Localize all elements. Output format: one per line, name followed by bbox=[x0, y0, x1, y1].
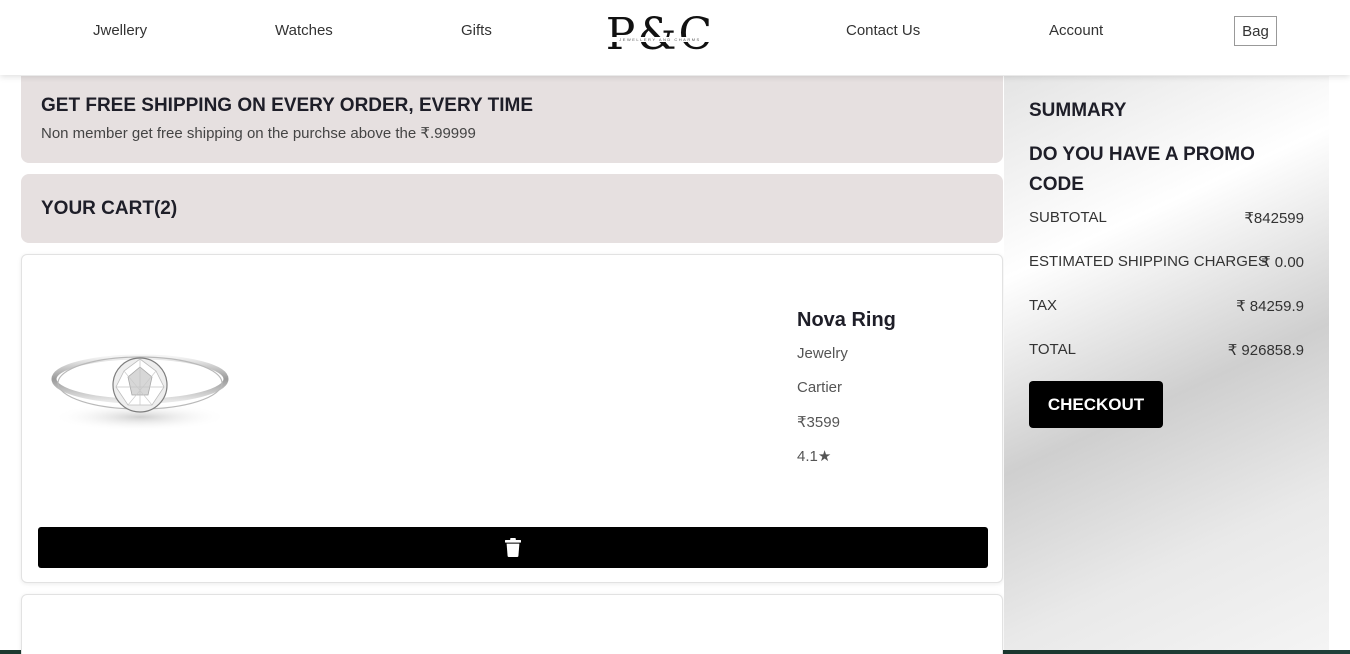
cart-item bbox=[21, 594, 1003, 654]
shipping-value: ₹ 0.00 bbox=[1261, 254, 1304, 271]
banner-title: GET FREE SHIPPING ON EVERY ORDER, EVERY … bbox=[41, 95, 533, 116]
logo-tagline: JEWELLERY AND CHARMS bbox=[608, 37, 712, 42]
total-label: TOTAL bbox=[1029, 341, 1076, 358]
nav-watches[interactable]: Watches bbox=[275, 22, 333, 39]
subtotal-value: ₹842599 bbox=[1244, 210, 1304, 227]
shipping-label: ESTIMATED SHIPPING CHARGES bbox=[1029, 253, 1268, 270]
nav-gifts[interactable]: Gifts bbox=[461, 22, 492, 39]
logo-text: P&C bbox=[605, 9, 715, 60]
tax-value: ₹ 84259.9 bbox=[1236, 298, 1304, 315]
nav-jewellery[interactable]: Jwellery bbox=[93, 22, 147, 39]
product-price: ₹3599 bbox=[797, 414, 840, 431]
bag-button[interactable]: Bag bbox=[1234, 16, 1277, 46]
nav-contact-us[interactable]: Contact Us bbox=[846, 22, 920, 39]
top-navigation: Jwellery Watches Gifts P&C JEWELLERY AND… bbox=[0, 0, 1350, 75]
remove-item-button[interactable] bbox=[38, 527, 988, 568]
shipping-banner: GET FREE SHIPPING ON EVERY ORDER, EVERY … bbox=[21, 76, 1003, 163]
checkout-button[interactable]: CHECKOUT bbox=[1029, 381, 1163, 428]
order-summary: SUMMARY DO YOU HAVE A PROMO CODE SUBTOTA… bbox=[1004, 76, 1329, 650]
cart-item: Nova Ring Jewelry Cartier ₹3599 4.1★ bbox=[21, 254, 1003, 583]
product-name[interactable]: Nova Ring bbox=[797, 309, 896, 332]
cart-title: YOUR CART(2) bbox=[41, 198, 178, 219]
cart-header: YOUR CART(2) bbox=[21, 174, 1003, 243]
trash-icon bbox=[505, 538, 521, 557]
banner-subtitle: Non member get free shipping on the purc… bbox=[41, 125, 476, 142]
subtotal-label: SUBTOTAL bbox=[1029, 209, 1107, 226]
brand-logo[interactable]: P&C JEWELLERY AND CHARMS bbox=[600, 9, 720, 60]
total-value: ₹ 926858.9 bbox=[1227, 342, 1304, 359]
nav-account[interactable]: Account bbox=[1049, 22, 1103, 39]
tax-label: TAX bbox=[1029, 297, 1058, 314]
summary-title: SUMMARY bbox=[1029, 100, 1127, 121]
product-image[interactable] bbox=[48, 343, 232, 435]
product-category: Jewelry bbox=[797, 345, 848, 362]
product-brand: Cartier bbox=[797, 379, 843, 396]
product-rating: 4.1★ bbox=[797, 448, 832, 465]
promo-code-link[interactable]: DO YOU HAVE A PROMO CODE bbox=[1029, 140, 1299, 200]
